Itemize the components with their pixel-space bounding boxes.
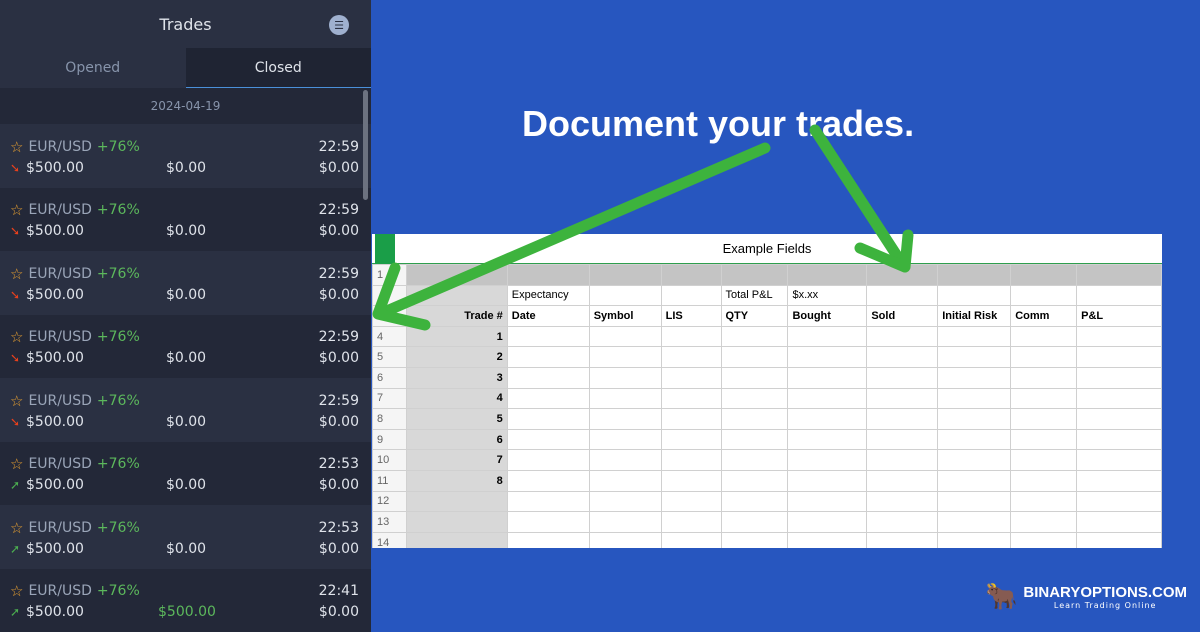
logo-name: BINARYOPTIONS.COM: [1023, 584, 1187, 601]
bull-icon: 🐂: [985, 582, 1017, 612]
logo-tagline: Learn Trading Online: [1023, 601, 1187, 610]
arrow-left: [382, 148, 765, 313]
arrows: [0, 0, 1200, 630]
logo: 🐂 BINARYOPTIONS.COM Learn Trading Online: [985, 582, 1187, 612]
